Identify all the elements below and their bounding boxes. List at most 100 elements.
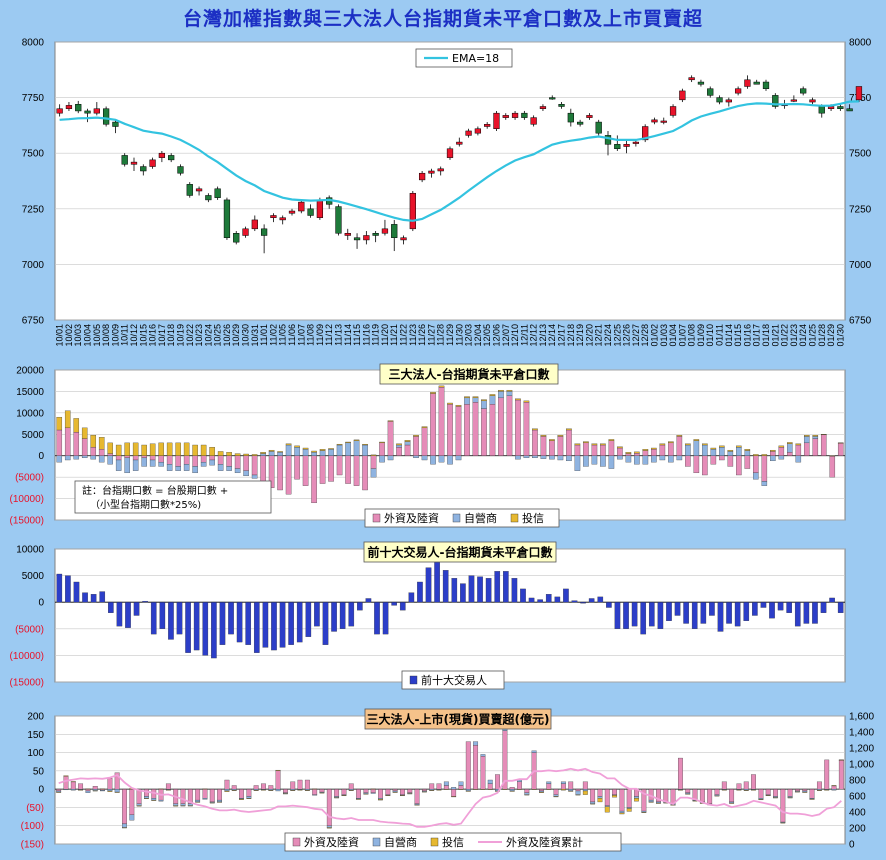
top10-bar: [168, 602, 174, 640]
oi-bar: [234, 453, 241, 456]
spot-bar: [158, 788, 164, 790]
spot-bar: [334, 797, 340, 799]
spot-bar: [275, 769, 281, 772]
oi-y-tick-label: 15000: [16, 387, 44, 398]
oi-bar: [260, 455, 266, 482]
top10-y-tick-label: (10000): [10, 651, 44, 662]
spot-bar: [282, 788, 288, 793]
oi-bar: [447, 455, 453, 465]
top10-bar: [554, 596, 561, 603]
spot-y2-tick-label: 200: [849, 824, 866, 835]
spot-bar: [400, 788, 405, 795]
candle-body: [298, 201, 305, 212]
spot-bar: [685, 788, 691, 793]
oi-bar: [472, 396, 479, 399]
top10-bar: [108, 602, 114, 613]
oi-note: 註：台指期口數 = 台股期口數 +（小型台指期口數*25%): [74, 480, 272, 514]
candle-body: [428, 170, 435, 174]
spot-bar: [195, 788, 201, 801]
candle-body: [521, 112, 528, 118]
oi-bar: [787, 442, 793, 444]
oi-bar: [566, 429, 572, 456]
price-y-tick-label-right: 7000: [849, 260, 872, 271]
oi-bar: [64, 455, 71, 461]
spot-legend-swatch: [430, 837, 439, 847]
oi-bar: [166, 464, 173, 471]
top10-bar: [803, 602, 810, 624]
top10-bar: [236, 602, 243, 643]
spot-bar: [699, 788, 705, 803]
spot-legend-swatch: [372, 837, 381, 847]
oi-bar: [506, 395, 513, 456]
oi-bar: [200, 444, 207, 456]
spot-bar: [56, 791, 62, 793]
spot-bar: [465, 788, 471, 792]
oi-bar: [81, 455, 88, 459]
spot-bar: [63, 776, 69, 790]
top10-bar: [399, 602, 406, 611]
spot-bar: [429, 783, 435, 790]
oi-bar: [396, 446, 402, 456]
oi-bar: [209, 446, 215, 456]
top10-bar: [691, 602, 698, 629]
spot-y2-tick-label: 1,200: [849, 744, 874, 755]
oi-bar: [634, 455, 640, 465]
top10-bar: [133, 602, 140, 616]
spot-bar: [787, 797, 793, 799]
spot-bar: [136, 803, 142, 806]
spot-bar: [604, 806, 610, 813]
spot-bar: [253, 785, 259, 790]
oi-bar: [268, 449, 275, 452]
top10-bar: [176, 602, 183, 635]
spot-bar: [656, 801, 661, 804]
top10-bar: [271, 602, 277, 651]
oi-bar: [192, 466, 198, 474]
top10-bar: [374, 602, 380, 635]
spot-bar: [685, 793, 691, 795]
spot-bar: [736, 789, 742, 791]
spot-bar: [144, 788, 149, 797]
oi-bar: [532, 428, 538, 431]
top10-bar: [434, 562, 440, 603]
oi-bar: [413, 434, 419, 437]
oi-bar: [132, 442, 139, 456]
oi-bar: [523, 401, 530, 456]
spot-bar: [136, 805, 142, 807]
oi-bar: [837, 442, 844, 444]
oi-bar: [676, 455, 683, 461]
oi-bar: [183, 455, 190, 465]
price-y-tick-label-left: 7000: [22, 260, 45, 271]
candle-body: [474, 128, 482, 134]
spot-bar: [56, 788, 62, 792]
candle-body: [465, 130, 472, 136]
top10-bar: [99, 591, 106, 603]
oi-bar: [243, 455, 249, 471]
oi-bar: [744, 449, 751, 451]
oi-bar: [158, 442, 164, 456]
spot-bar: [268, 790, 274, 791]
spot-bar: [246, 796, 252, 799]
oi-bar: [770, 451, 776, 456]
spot-bar: [363, 788, 369, 793]
top10-bar: [537, 599, 543, 603]
spot-bar: [663, 788, 669, 803]
oi-bar: [795, 443, 802, 446]
candle-body: [818, 106, 825, 114]
oi-bar: [693, 439, 700, 441]
top10-bar: [623, 602, 629, 629]
spot-bar: [100, 790, 105, 792]
oi-bar: [540, 434, 547, 437]
top10-legend-swatch: [409, 675, 418, 685]
top10-bar: [520, 588, 526, 603]
top10-bar: [820, 602, 827, 613]
oi-bar: [285, 443, 292, 446]
candle-body: [112, 121, 119, 127]
oi-bar: [56, 416, 63, 431]
spot-bar: [553, 794, 559, 797]
spot-bar: [619, 788, 625, 812]
spot-bar: [122, 827, 127, 829]
oi-bar: [659, 443, 666, 446]
oi-bar: [489, 394, 496, 396]
candle-body: [288, 210, 296, 214]
oi-bar: [370, 468, 377, 478]
